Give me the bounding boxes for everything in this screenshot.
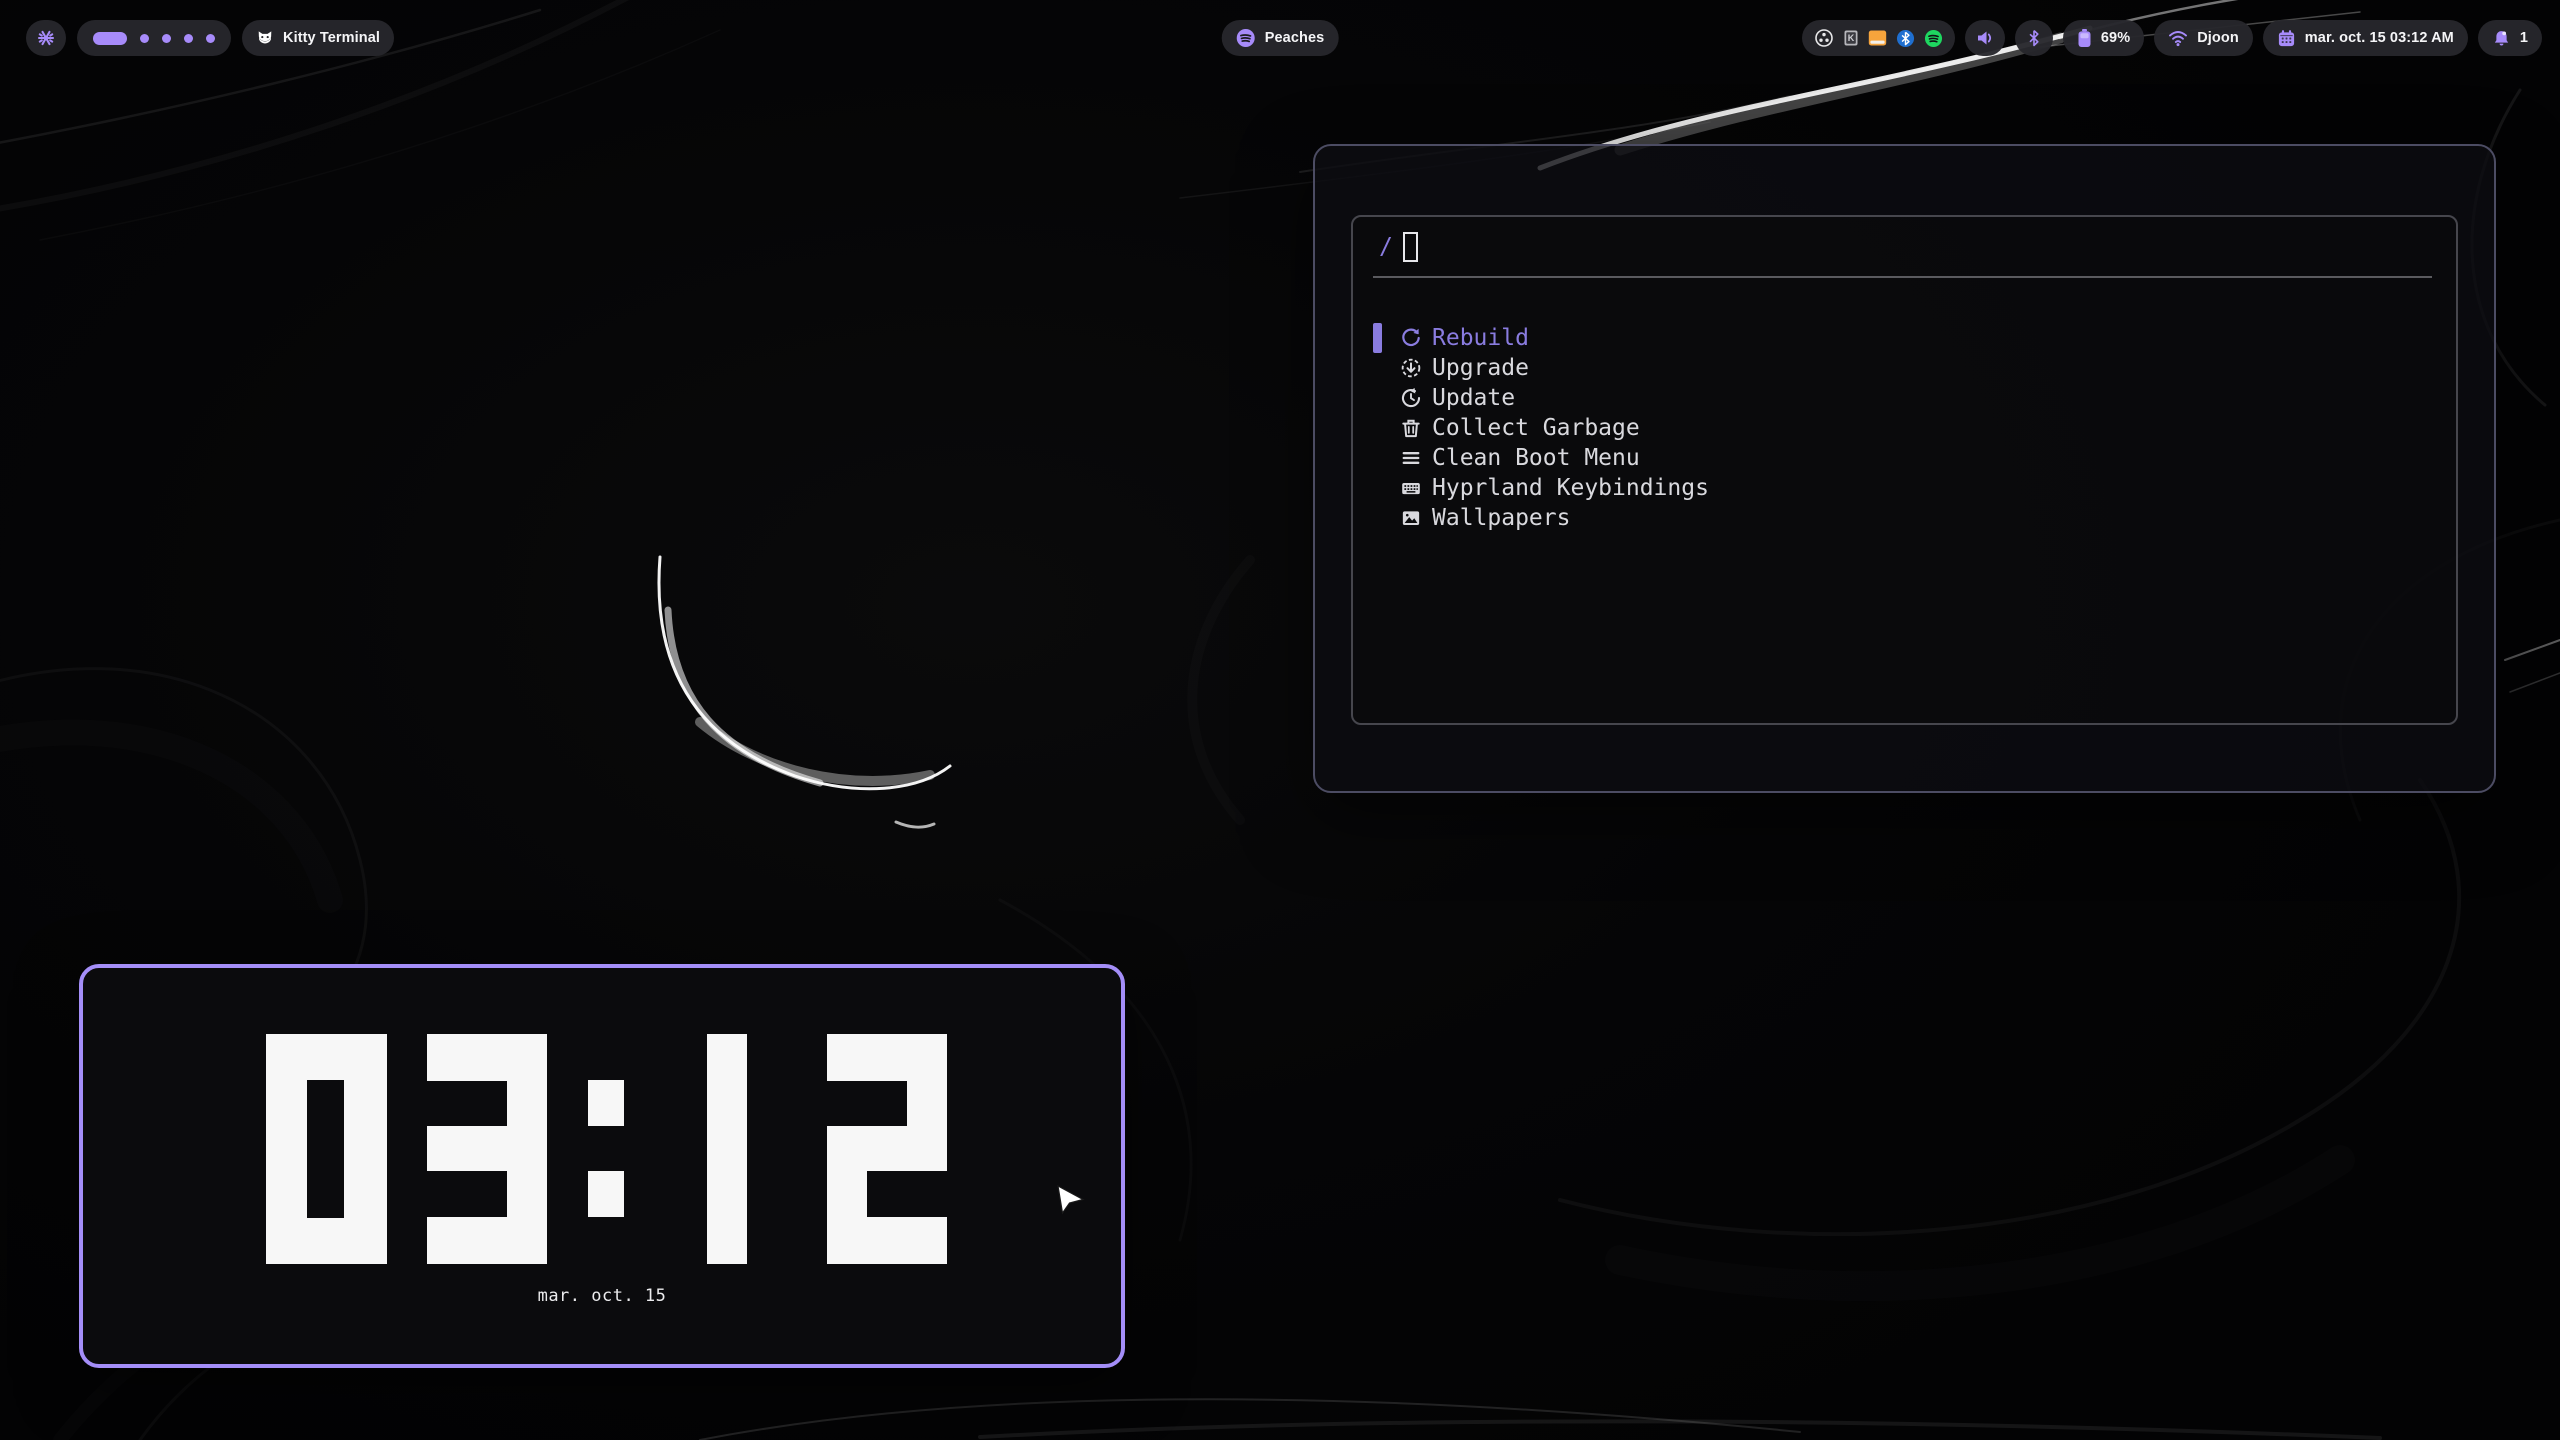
workspace-dot-3[interactable] <box>162 34 171 43</box>
menu-item-label: Upgrade <box>1432 355 1529 381</box>
workspace-switcher <box>77 20 231 56</box>
clock-date: mar. oct. 15 <box>83 1286 1121 1306</box>
cat-icon <box>256 29 274 47</box>
system-tray: K <box>1802 20 1955 56</box>
text-cursor <box>1403 232 1418 262</box>
menu-item-upgrade[interactable]: Upgrade <box>1353 353 2456 383</box>
bluetooth-tray-icon[interactable] <box>1896 29 1915 48</box>
media-player-pill[interactable]: Peaches <box>1222 20 1339 56</box>
top-bar: Kitty Terminal Peaches <box>0 0 2560 76</box>
mouse-cursor <box>1056 1184 1086 1218</box>
desktop: Kitty Terminal Peaches <box>0 0 2560 1440</box>
nix-launcher-button[interactable] <box>26 20 66 56</box>
menu-item-label: Update <box>1432 385 1515 411</box>
menu-lines-icon <box>1400 447 1422 469</box>
notifications-pill[interactable]: 1 <box>2478 20 2542 56</box>
launcher-panel: / Rebuild <box>1351 215 2458 725</box>
digital-time <box>266 1034 956 1264</box>
trash-icon <box>1400 417 1422 439</box>
nix-snowflake-icon <box>36 28 56 48</box>
workspace-dot-5[interactable] <box>206 34 215 43</box>
spotify-icon <box>1236 28 1256 48</box>
topbar-left-cluster: Kitty Terminal <box>26 20 394 56</box>
workspace-dot-4[interactable] <box>184 34 193 43</box>
search-prompt: / <box>1379 234 1393 260</box>
volume-pill[interactable] <box>1965 20 2005 56</box>
speaker-icon <box>1975 28 1995 48</box>
bell-icon <box>2492 29 2511 48</box>
keepass-icon[interactable]: K <box>1843 29 1859 47</box>
battery-pill[interactable]: 69% <box>2063 20 2144 56</box>
bluetooth-icon <box>2025 29 2043 47</box>
obs-icon[interactable] <box>1814 28 1834 48</box>
files-icon[interactable] <box>1868 29 1887 47</box>
network-pill[interactable]: Djoon <box>2154 20 2253 56</box>
battery-icon <box>2077 28 2092 48</box>
upgrade-icon <box>1400 357 1422 379</box>
search-separator <box>1373 276 2432 278</box>
active-window-title: Kitty Terminal <box>283 30 380 46</box>
svg-text:K: K <box>1848 33 1855 43</box>
menu-item-wallpapers[interactable]: Wallpapers <box>1353 503 2456 533</box>
menu-item-label: Clean Boot Menu <box>1432 445 1640 471</box>
menu-item-update[interactable]: Update <box>1353 383 2456 413</box>
rebuild-icon <box>1400 327 1422 349</box>
active-window-pill[interactable]: Kitty Terminal <box>242 20 394 56</box>
menu-item-label: Rebuild <box>1432 325 1529 351</box>
clock-widget: mar. oct. 15 <box>79 964 1125 1368</box>
menu-item-label: Collect Garbage <box>1432 415 1640 441</box>
menu-item-rebuild[interactable]: Rebuild <box>1353 323 2456 353</box>
notification-count: 1 <box>2520 30 2528 46</box>
spotify-tray-icon[interactable] <box>1924 29 1943 48</box>
update-icon <box>1400 387 1422 409</box>
image-icon <box>1400 507 1422 529</box>
search-input[interactable]: / <box>1353 217 2456 277</box>
wifi-icon <box>2168 29 2188 47</box>
workspace-active-indicator[interactable] <box>93 32 127 45</box>
network-ssid: Djoon <box>2197 30 2239 46</box>
keyboard-icon <box>1400 477 1422 499</box>
media-track-label: Peaches <box>1265 30 1325 46</box>
topbar-right-cluster: K <box>1802 20 2542 56</box>
bluetooth-pill[interactable] <box>2015 20 2053 56</box>
menu-item-hyprland-keybindings[interactable]: Hyprland Keybindings <box>1353 473 2456 503</box>
menu-item-collect-garbage[interactable]: Collect Garbage <box>1353 413 2456 443</box>
menu-item-label: Hyprland Keybindings <box>1432 475 1709 501</box>
launcher-menu: Rebuild Upgrade <box>1353 323 2456 533</box>
menu-item-clean-boot-menu[interactable]: Clean Boot Menu <box>1353 443 2456 473</box>
menu-item-label: Wallpapers <box>1432 505 1570 531</box>
launcher-window: / Rebuild <box>1313 144 2496 793</box>
workspace-dot-2[interactable] <box>140 34 149 43</box>
battery-percent: 69% <box>2101 30 2130 46</box>
datetime-text: mar. oct. 15 03:12 AM <box>2305 30 2454 46</box>
selection-bar <box>1373 323 1382 353</box>
topbar-center-cluster: Peaches <box>1222 20 1339 56</box>
calendar-icon <box>2277 29 2296 48</box>
datetime-pill[interactable]: mar. oct. 15 03:12 AM <box>2263 20 2468 56</box>
